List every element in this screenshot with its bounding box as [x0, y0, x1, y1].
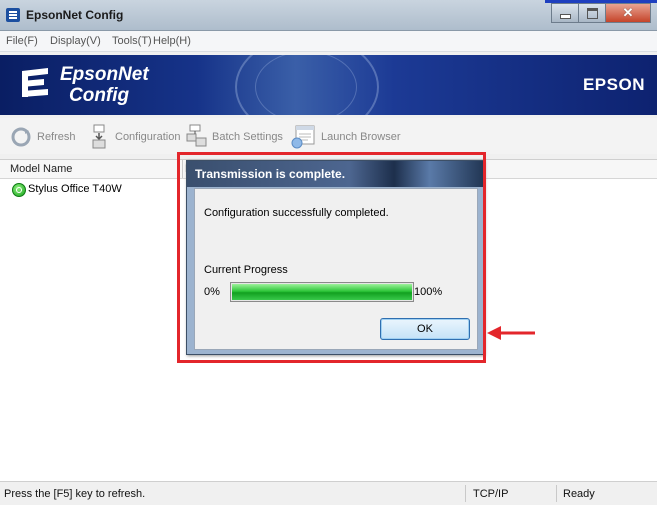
launch-browser-label: Launch Browser [321, 131, 401, 143]
close-button[interactable]: ✕ [605, 3, 651, 23]
status-bar: Press the [F5] key to refresh. TCP/IP Re… [0, 481, 657, 505]
menu-tools[interactable]: Tools(T) [112, 35, 152, 47]
app-banner: EpsonNet Config EPSON [0, 55, 657, 115]
configuration-icon [92, 124, 106, 149]
column-model-name[interactable]: Model Name [10, 163, 72, 175]
launch-browser-button[interactable]: Launch Browser [290, 124, 401, 150]
online-status-icon [12, 183, 26, 197]
batch-settings-icon [186, 124, 207, 147]
status-divider [465, 485, 466, 502]
status-hint: Press the [F5] key to refresh. [4, 488, 146, 500]
compass-graphic-inner [255, 55, 357, 115]
device-model-name: Stylus Office T40W [28, 183, 122, 195]
status-divider [556, 485, 557, 502]
app-icon [6, 8, 20, 22]
title-bar: EpsonNet Config ✕ [0, 0, 657, 31]
menu-bar: File(F) Display(V) Tools(T) Help(H) [0, 31, 657, 52]
brand-logo: EPSON [582, 75, 645, 94]
toolbar: Refresh Configuration Batch Settings Lau… [0, 118, 657, 154]
browser-icon [291, 125, 315, 149]
minimize-button[interactable] [551, 3, 579, 23]
maximize-button[interactable] [578, 3, 606, 23]
batch-settings-label: Batch Settings [212, 131, 283, 143]
refresh-button[interactable]: Refresh [10, 124, 76, 150]
window-title: EpsonNet Config [26, 8, 124, 22]
logo-text-line1: EpsonNet [60, 64, 149, 85]
menu-help[interactable]: Help(H) [153, 35, 191, 47]
maximize-icon [586, 7, 598, 19]
status-state: Ready [563, 488, 595, 500]
app-window: EpsonNet Config ✕ File(F) Display(V) Too… [0, 0, 657, 505]
highlight-annotation [177, 152, 486, 363]
refresh-label: Refresh [37, 131, 76, 143]
minimize-icon [559, 13, 571, 19]
epsonnet-logo-icon [22, 68, 48, 97]
menu-file[interactable]: File(F) [6, 35, 38, 47]
window-controls: ✕ [551, 3, 651, 23]
close-icon: ✕ [622, 5, 634, 20]
annotation-arrow-icon [487, 326, 535, 340]
configuration-button[interactable]: Configuration [90, 124, 180, 150]
refresh-icon [11, 127, 31, 147]
status-protocol: TCP/IP [473, 488, 509, 500]
batch-settings-button[interactable]: Batch Settings [185, 124, 283, 150]
menu-display[interactable]: Display(V) [50, 35, 101, 47]
logo-text-line2: Config [69, 85, 130, 106]
configuration-label: Configuration [115, 131, 181, 143]
